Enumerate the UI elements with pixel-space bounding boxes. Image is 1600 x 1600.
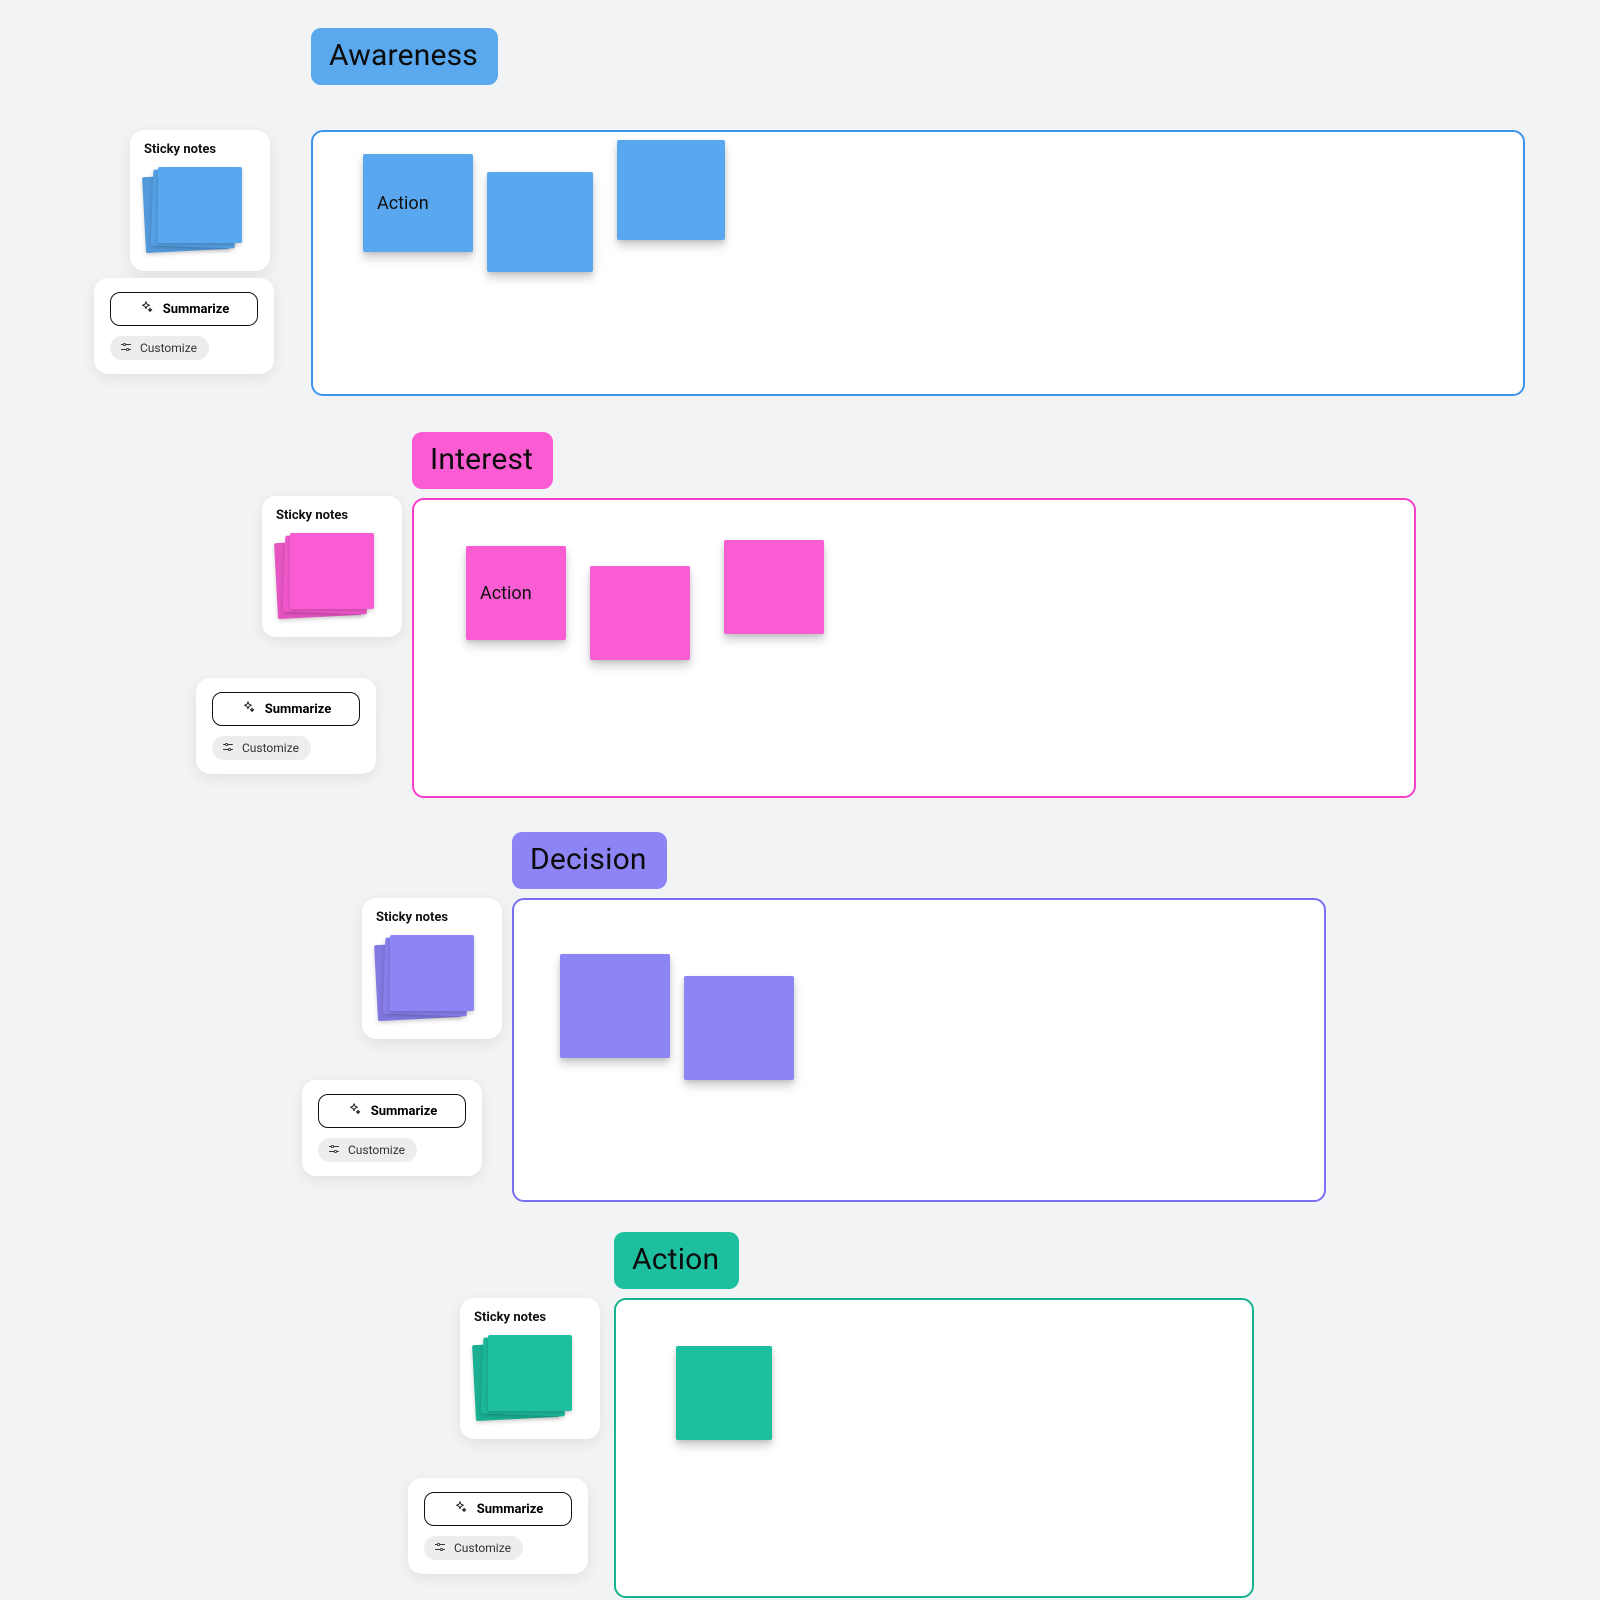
thumb-stack-icon xyxy=(474,1335,574,1425)
sliders-icon xyxy=(328,1143,340,1158)
thumb-title: Sticky notes xyxy=(474,1310,586,1325)
stage-chip-label: Interest xyxy=(430,442,533,477)
thumb-title: Sticky notes xyxy=(376,910,488,925)
thumb-stack-icon xyxy=(376,935,476,1025)
thumb-stack-icon xyxy=(276,533,376,623)
sticky-note-interest-2[interactable] xyxy=(724,540,824,634)
stage-frame-awareness[interactable]: Action xyxy=(311,130,1525,396)
sticky-note-awareness-1[interactable] xyxy=(487,172,593,272)
stage-chip-label: Awareness xyxy=(329,38,478,73)
summarize-button[interactable]: Summarize xyxy=(424,1492,572,1526)
sticky-note-decision-0[interactable] xyxy=(560,954,670,1058)
stage-chip-label: Decision xyxy=(530,842,647,877)
stage-frame-action[interactable] xyxy=(614,1298,1254,1598)
sticky-note-action-0[interactable] xyxy=(676,1346,772,1440)
sticky-notes-thumb-decision[interactable]: Sticky notes xyxy=(362,898,502,1039)
customize-button[interactable]: Customize xyxy=(424,1536,523,1560)
sliders-icon xyxy=(222,741,234,756)
customize-button[interactable]: Customize xyxy=(318,1138,417,1162)
sticky-notes-thumb-action[interactable]: Sticky notes xyxy=(460,1298,600,1439)
sparkle-icon xyxy=(139,300,153,318)
sticky-notes-thumb-awareness[interactable]: Sticky notes xyxy=(130,130,270,271)
sparkle-icon xyxy=(347,1102,361,1120)
stage-chip-awareness[interactable]: Awareness xyxy=(311,28,498,85)
customize-button-label: Customize xyxy=(242,741,299,755)
summarize-button[interactable]: Summarize xyxy=(212,692,360,726)
sticky-note-interest-0[interactable]: Action xyxy=(466,546,566,640)
summarize-button[interactable]: Summarize xyxy=(318,1094,466,1128)
customize-button[interactable]: Customize xyxy=(212,736,311,760)
ai-panel-awareness: Summarize Customize xyxy=(94,278,274,374)
stage-chip-action[interactable]: Action xyxy=(614,1232,739,1289)
ai-panel-interest: Summarize Customize xyxy=(196,678,376,774)
summarize-button[interactable]: Summarize xyxy=(110,292,258,326)
ai-panel-action: Summarize Customize xyxy=(408,1478,588,1574)
customize-button-label: Customize xyxy=(454,1541,511,1555)
stage-chip-interest[interactable]: Interest xyxy=(412,432,553,489)
summarize-button-label: Summarize xyxy=(163,302,230,317)
sticky-note-awareness-2[interactable] xyxy=(617,140,725,240)
ai-panel-decision: Summarize Customize xyxy=(302,1080,482,1176)
sparkle-icon xyxy=(453,1500,467,1518)
summarize-button-label: Summarize xyxy=(265,702,332,717)
thumb-title: Sticky notes xyxy=(144,142,256,157)
stage-frame-interest[interactable]: Action xyxy=(412,498,1416,798)
sticky-note-interest-1[interactable] xyxy=(590,566,690,660)
summarize-button-label: Summarize xyxy=(371,1104,438,1119)
summarize-button-label: Summarize xyxy=(477,1502,544,1517)
stage-chip-decision[interactable]: Decision xyxy=(512,832,667,889)
customize-button-label: Customize xyxy=(140,341,197,355)
customize-button-label: Customize xyxy=(348,1143,405,1157)
stage-chip-label: Action xyxy=(632,1242,719,1277)
sliders-icon xyxy=(434,1541,446,1556)
sliders-icon xyxy=(120,341,132,356)
sticky-note-label: Action xyxy=(480,583,532,604)
sticky-note-decision-1[interactable] xyxy=(684,976,794,1080)
sparkle-icon xyxy=(241,700,255,718)
customize-button[interactable]: Customize xyxy=(110,336,209,360)
thumb-stack-icon xyxy=(144,167,244,257)
sticky-note-awareness-0[interactable]: Action xyxy=(363,154,473,252)
sticky-note-label: Action xyxy=(377,193,429,214)
sticky-notes-thumb-interest[interactable]: Sticky notes xyxy=(262,496,402,637)
stage-frame-decision[interactable] xyxy=(512,898,1326,1202)
thumb-title: Sticky notes xyxy=(276,508,388,523)
